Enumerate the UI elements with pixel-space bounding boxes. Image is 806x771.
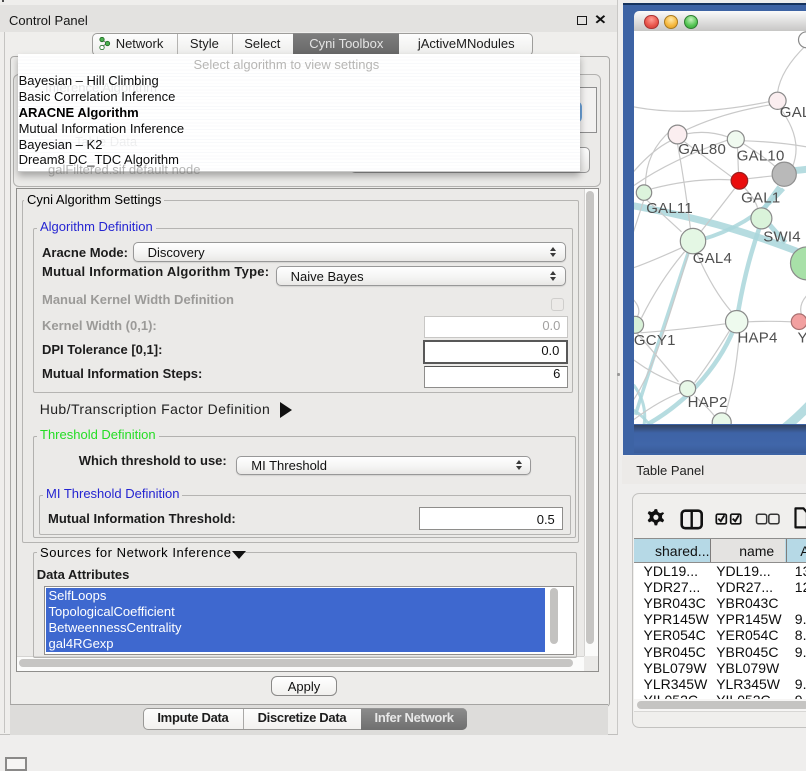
svg-text:GAL10: GAL10 xyxy=(736,148,784,165)
svg-text:GCY1: GCY1 xyxy=(634,332,676,349)
svg-text:GAL7: GAL7 xyxy=(779,104,806,121)
svg-text:GAL11: GAL11 xyxy=(646,200,693,217)
svg-text:GAL80: GAL80 xyxy=(678,141,726,158)
svg-text:YMR: YMR xyxy=(797,330,806,347)
svg-text:GAL4: GAL4 xyxy=(692,250,731,267)
svg-text:SWI4: SWI4 xyxy=(763,229,801,246)
svg-text:GAL1: GAL1 xyxy=(741,190,780,207)
svg-text:HAP2: HAP2 xyxy=(687,394,727,411)
svg-text:HAP4: HAP4 xyxy=(737,330,777,347)
